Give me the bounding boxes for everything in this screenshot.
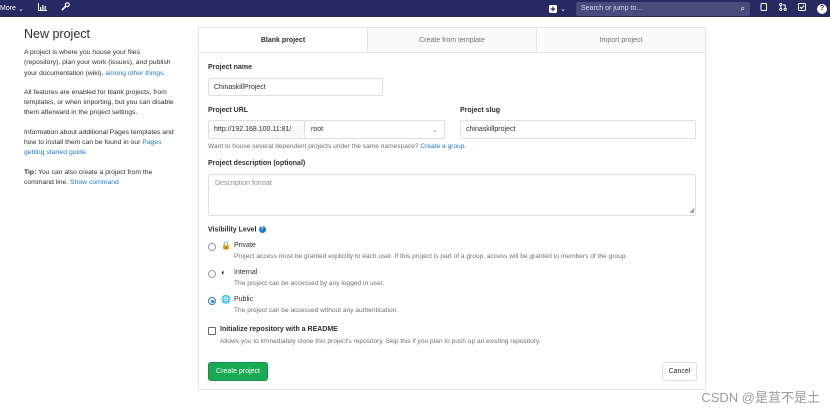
pages-paragraph: Information about additional Pages templ… — [24, 128, 176, 159]
readme-checkbox[interactable] — [208, 327, 216, 335]
visibility-help-icon[interactable]: ? — [258, 226, 266, 233]
chevron-down-icon: ⌄ — [432, 126, 438, 134]
project-slug-label: Project slug — [460, 107, 501, 114]
visibility-label: Visibility Level? — [208, 226, 266, 233]
visibility-internal-title[interactable]: Internal — [234, 269, 257, 276]
navbar-right: ⌄ Search or jump to... ⌕ ? — [549, 0, 830, 17]
resize-handle-icon[interactable]: ◢ — [689, 207, 694, 214]
more-menu-button[interactable]: More ⌄ — [0, 5, 24, 13]
description-label: Project description (optional) — [208, 160, 306, 167]
page-title: New project — [24, 27, 90, 41]
readme-label[interactable]: Initialize repository with a README — [220, 326, 338, 333]
chevron-down-icon: ⌄ — [17, 5, 24, 13]
cancel-button[interactable]: Cancel — [662, 362, 697, 381]
visibility-internal-radio[interactable] — [208, 270, 216, 278]
merge-request-icon[interactable] — [779, 0, 787, 17]
help-icon[interactable]: ? — [817, 3, 827, 14]
project-slug-input[interactable]: chinaskillproject — [460, 120, 696, 139]
globe-icon: 🌐 — [221, 295, 231, 304]
new-project-form: Project name ChinaskillProject Project U… — [198, 53, 706, 390]
intro-paragraph: A project is where you house your files … — [24, 48, 176, 79]
create-group-link[interactable]: Create a group. — [420, 143, 466, 150]
visibility-public-title[interactable]: Public — [234, 296, 253, 303]
tab-blank-project[interactable]: Blank project — [199, 28, 368, 52]
navbar-left: More ⌄ — [0, 0, 70, 17]
chart-icon[interactable] — [37, 0, 47, 17]
tab-create-from-template[interactable]: Create from template — [368, 28, 537, 52]
visibility-public-radio[interactable] — [208, 297, 216, 305]
project-type-tabs: Blank project Create from template Impor… — [198, 27, 706, 53]
visibility-private-description: Project access must be granted explicitl… — [234, 253, 628, 260]
project-name-value: ChinaskillProject — [214, 83, 266, 91]
top-navbar: More ⌄ ⌄ Search or jump to... ⌕ ? — [0, 0, 830, 17]
project-slug-value: chinaskillproject — [466, 126, 516, 133]
among-other-things-link[interactable]: among other things. — [105, 70, 165, 77]
namespace-select[interactable]: root ⌄ — [304, 120, 445, 139]
tab-import-project[interactable]: Import project — [537, 28, 705, 52]
project-url-prefix: http://192.168.100.11:81/ — [208, 120, 304, 139]
lock-icon: 🔒 — [221, 241, 231, 250]
plus-square-icon — [549, 4, 558, 13]
search-icon: ⌕ — [740, 3, 745, 13]
project-url-label: Project URL — [208, 107, 249, 114]
namespace-help-text: Want to house several dependent projects… — [208, 143, 466, 150]
namespace-value: root — [311, 126, 324, 133]
visibility-private-title[interactable]: Private — [234, 242, 256, 249]
visibility-public-description: The project can be accessed without any … — [234, 307, 399, 314]
description-textarea[interactable]: Description format ◢ — [208, 174, 696, 216]
new-item-dropdown[interactable]: ⌄ — [549, 4, 566, 13]
issues-icon[interactable] — [798, 0, 806, 17]
more-label: More — [0, 5, 16, 12]
namespace-help: Want to house several dependent projects… — [208, 143, 419, 150]
visibility-label-text: Visibility Level — [208, 226, 257, 234]
readme-description: Allows you to immediately clone this pro… — [220, 338, 541, 345]
project-name-input[interactable]: ChinaskillProject — [208, 78, 383, 96]
features-paragraph: All features are enabled for blank proje… — [24, 88, 174, 117]
show-command-link[interactable]: Show command — [70, 179, 119, 186]
csdn-watermark: CSDN @是苴不是土 — [701, 390, 820, 405]
project-name-label: Project name — [208, 64, 252, 71]
visibility-private-radio[interactable] — [208, 243, 216, 251]
wrench-icon[interactable] — [61, 0, 70, 17]
tip-label: Tip: — [24, 168, 37, 176]
search-input[interactable]: Search or jump to... ⌕ — [576, 1, 750, 16]
tip-paragraph: Tip: You can also create a project from … — [24, 168, 176, 189]
shield-icon: ◐ — [221, 268, 226, 277]
new-project-sidebar: New project A project is where you house… — [24, 27, 176, 197]
search-placeholder: Search or jump to... — [581, 5, 643, 12]
chevron-down-icon: ⌄ — [560, 5, 566, 13]
todo-icon[interactable] — [760, 0, 768, 17]
description-placeholder: Description format — [215, 180, 272, 187]
visibility-internal-description: The project can be accessed by any logge… — [234, 280, 385, 287]
create-project-button[interactable]: Create project — [208, 362, 268, 381]
